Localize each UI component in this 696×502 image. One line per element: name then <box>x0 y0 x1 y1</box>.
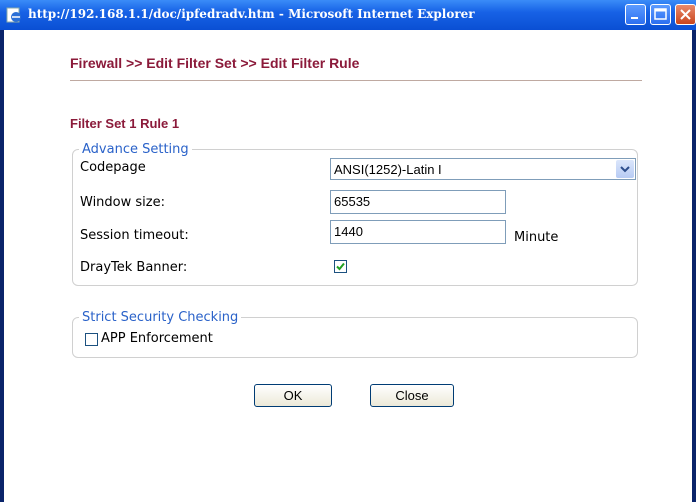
ie-window: http://192.168.1.1/doc/ipfedradv.htm - M… <box>0 0 696 502</box>
codepage-label: Codepage <box>80 160 146 175</box>
codepage-select[interactable]: ANSI(1252)-Latin I <box>330 158 636 180</box>
title-bar[interactable]: http://192.168.1.1/doc/ipfedradv.htm - M… <box>0 0 696 30</box>
page-content: Firewall >> Edit Filter Set >> Edit Filt… <box>4 30 692 502</box>
close-window-button[interactable] <box>675 4 696 25</box>
breadcrumb: Firewall >> Edit Filter Set >> Edit Filt… <box>70 55 360 71</box>
session-timeout-label: Session timeout: <box>80 228 189 243</box>
window-size-label: Window size: <box>80 195 165 210</box>
strict-security-legend: Strict Security Checking <box>82 310 239 325</box>
ie-page-icon <box>6 7 21 23</box>
session-timeout-unit: Minute <box>514 230 559 245</box>
session-timeout-input[interactable]: 1440 <box>330 220 506 244</box>
advance-setting-legend: Advance Setting <box>82 142 189 157</box>
minimize-button[interactable] <box>625 4 646 25</box>
maximize-button[interactable] <box>650 4 671 25</box>
minimize-icon <box>631 17 638 19</box>
codepage-value: ANSI(1252)-Latin I <box>334 162 442 177</box>
dropdown-arrow-button[interactable] <box>616 160 634 178</box>
header-divider <box>70 80 642 81</box>
checkmark-icon <box>336 262 345 271</box>
app-enforcement-checkbox[interactable] <box>85 333 98 346</box>
window-size-input[interactable]: 65535 <box>330 190 506 214</box>
ok-button[interactable]: OK <box>254 384 332 407</box>
filter-set-title: Filter Set 1 Rule 1 <box>70 116 180 131</box>
draytek-banner-checkbox[interactable] <box>334 260 347 273</box>
app-enforcement-label: APP Enforcement <box>101 331 213 346</box>
window-title: http://192.168.1.1/doc/ipfedradv.htm - M… <box>28 7 475 21</box>
maximize-icon <box>654 8 667 20</box>
close-icon <box>680 9 691 20</box>
chevron-down-icon <box>620 166 630 173</box>
draytek-banner-label: DrayTek Banner: <box>80 260 188 275</box>
close-button[interactable]: Close <box>370 384 454 407</box>
